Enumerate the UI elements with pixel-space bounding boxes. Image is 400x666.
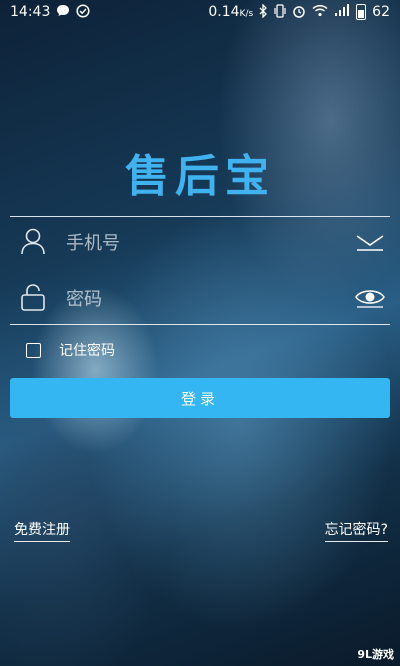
phone-input[interactable] (56, 232, 350, 254)
chevron-down-icon[interactable] (355, 230, 385, 256)
password-row (10, 274, 390, 324)
password-input[interactable] (56, 288, 350, 310)
phone-row (10, 218, 390, 268)
battery-icon (356, 4, 367, 20)
login-screen: 14:43 0.14K/s 62 售后宝 手机号 记住密码 登录 免费注册 忘记… (0, 0, 400, 666)
vibrate-icon (274, 3, 286, 21)
eye-icon[interactable] (354, 286, 386, 312)
bluetooth-icon (259, 2, 268, 21)
watermark-logo: 9L游戏 (357, 648, 394, 661)
status-bar: 14:43 0.14K/s 62 (0, 0, 400, 24)
remember-checkbox[interactable] (26, 342, 41, 358)
divider-bottom (10, 324, 390, 325)
login-button[interactable]: 登录 (10, 378, 390, 418)
signal-icon (334, 4, 350, 20)
user-icon (20, 227, 46, 259)
register-link[interactable]: 免费注册 (14, 519, 70, 542)
alarm-icon (292, 4, 306, 21)
battery-level: 62 (372, 4, 390, 20)
forgot-password-link[interactable]: 忘记密码? (324, 519, 388, 542)
status-time: 14:43 (10, 4, 51, 20)
app-title: 售后宝 (125, 151, 275, 202)
lock-icon (20, 283, 46, 315)
divider-top (10, 216, 390, 217)
wifi-icon (312, 4, 328, 20)
message-icon (56, 4, 70, 20)
remember-password[interactable]: 记住密码 (26, 340, 115, 360)
network-speed: 0.14K/s (208, 4, 254, 20)
check-circle-icon (76, 3, 90, 21)
remember-label: 记住密码 (59, 343, 115, 359)
